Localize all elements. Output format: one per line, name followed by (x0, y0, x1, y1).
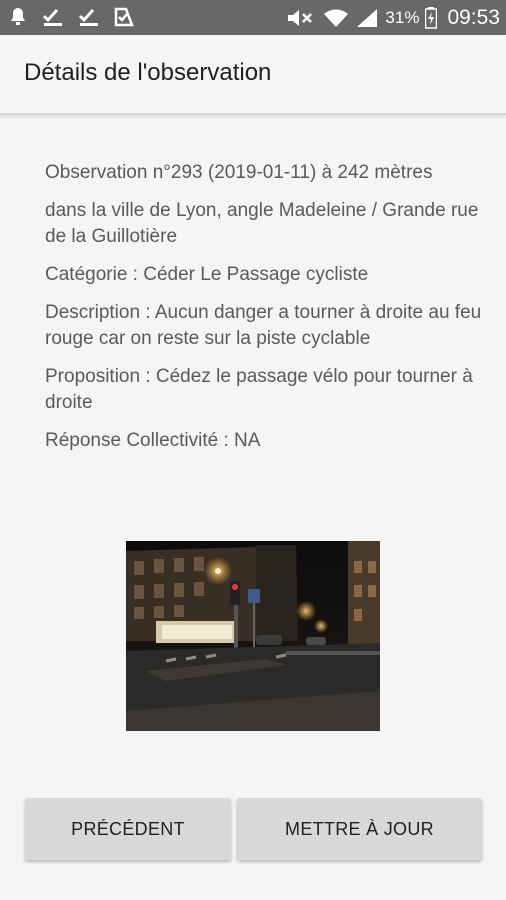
observation-proposition: Proposition : Cédez le passage vélo pour… (45, 366, 473, 413)
status-left-icons (8, 6, 134, 28)
battery-percent: 31% (385, 7, 420, 27)
check-icon (42, 7, 64, 27)
clock: 09:53 (447, 5, 500, 29)
check-icon (78, 7, 100, 27)
observation-details: Observation n°293 (2019-01-11) à 242 mèt… (45, 160, 485, 466)
observation-description: Description : Aucun danger a tourner à d… (45, 302, 482, 349)
battery-icon (425, 6, 438, 29)
status-right-icons: 31% 09:53 (285, 0, 500, 35)
page-title: Détails de l'observation (24, 59, 272, 86)
signal-icon (355, 7, 379, 29)
observation-response: Réponse Collectivité : NA (45, 430, 261, 451)
task-icon (114, 7, 134, 27)
observation-photo[interactable] (126, 541, 380, 731)
update-button[interactable]: METTRE À JOUR (237, 798, 482, 860)
previous-button[interactable]: PRÉCÉDENT (25, 798, 231, 860)
mute-icon (285, 7, 317, 29)
observation-header: Observation n°293 (2019-01-11) à 242 mèt… (45, 162, 433, 183)
status-bar: 31% 09:53 (0, 0, 506, 35)
app-bar: Détails de l'observation (0, 35, 506, 115)
observation-location: dans la ville de Lyon, angle Madeleine /… (45, 200, 479, 247)
notification-icon (8, 6, 28, 28)
observation-category: Catégorie : Céder Le Passage cycliste (45, 264, 369, 285)
wifi-icon (323, 7, 349, 29)
